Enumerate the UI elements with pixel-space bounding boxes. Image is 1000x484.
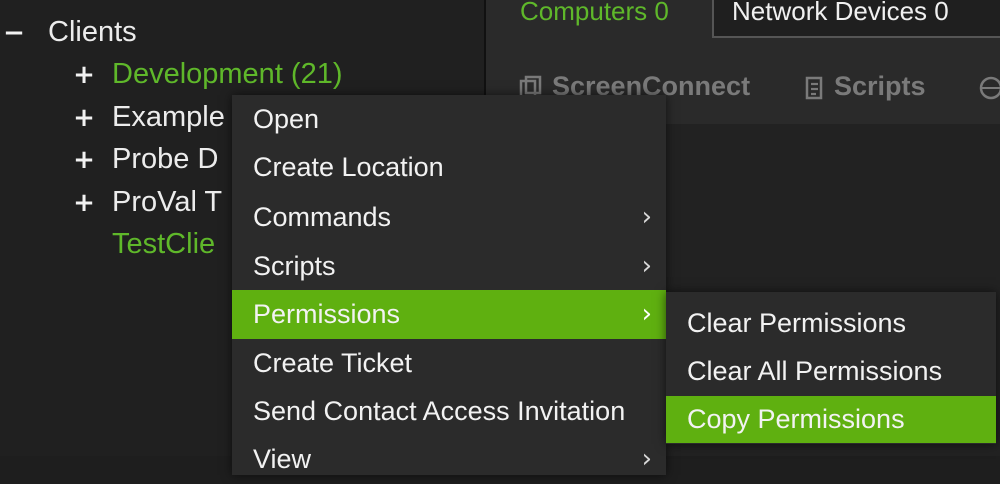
tree-node-development[interactable]: + Development (21) <box>70 54 343 95</box>
tree-node-label: Probe D <box>112 143 219 175</box>
submenu-item-clear-all-permissions[interactable]: Clear All Permissions <box>666 348 996 395</box>
menu-item-label: Create Location <box>253 152 444 182</box>
chevron-right-icon: › <box>641 251 652 281</box>
submenu-item-label: Copy Permissions <box>687 404 905 434</box>
tree-node-proval[interactable]: + ProVal T <box>70 182 222 222</box>
menu-item-label: Open <box>253 104 320 134</box>
submenu-item-clear-permissions[interactable]: Clear Permissions <box>666 300 996 347</box>
tab-network-devices[interactable]: Network Devices 0 <box>712 0 1000 38</box>
chevron-right-icon: › <box>641 444 652 474</box>
more-tools-button[interactable] <box>978 66 1000 106</box>
menu-item-label: Send Contact Access Invitation <box>253 396 626 426</box>
tree-node-example[interactable]: + Example <box>70 97 225 137</box>
menu-item-label: Create Ticket <box>253 348 413 378</box>
submenu-item-copy-permissions[interactable]: Copy Permissions <box>666 396 996 443</box>
chevron-right-icon: › <box>641 202 652 232</box>
chevron-right-icon: › <box>641 299 652 329</box>
globe-icon <box>979 76 1000 100</box>
menu-item-create-location[interactable]: Create Location <box>232 143 666 192</box>
menu-item-view[interactable]: View › <box>232 435 666 484</box>
menu-item-send-contact-access-invitation[interactable]: Send Contact Access Invitation <box>232 387 666 436</box>
menu-item-open[interactable]: Open <box>232 95 666 144</box>
expand-icon[interactable]: + <box>70 140 98 180</box>
menu-item-create-ticket[interactable]: Create Ticket <box>232 339 666 388</box>
tree-node-label: ProVal T <box>112 186 223 218</box>
tree-node-label: Clients <box>48 16 137 48</box>
tree-node-probe[interactable]: + Probe D <box>70 139 218 179</box>
permissions-submenu: Clear Permissions Clear All Permissions … <box>666 292 996 444</box>
submenu-item-label: Clear Permissions <box>687 308 907 338</box>
tab-computers[interactable]: Computers 0 <box>502 0 687 38</box>
tree-node-label: TestClie <box>112 228 216 260</box>
expand-icon[interactable]: + <box>70 183 98 223</box>
menu-item-label: Commands <box>253 202 392 232</box>
menu-item-label: Scripts <box>253 251 336 281</box>
expand-icon[interactable]: + <box>70 55 98 95</box>
menu-item-permissions[interactable]: Permissions › <box>232 290 666 339</box>
tree-node-label: Development (21) <box>112 58 343 90</box>
scripts-icon <box>805 76 823 100</box>
tree-node-clients[interactable]: − Clients <box>0 12 137 52</box>
menu-item-commands[interactable]: Commands › <box>232 193 666 242</box>
tree-node-label: Example <box>112 101 225 133</box>
collapse-icon[interactable]: − <box>0 13 28 53</box>
tree-node-testclient[interactable]: TestClie <box>70 224 215 264</box>
menu-item-scripts[interactable]: Scripts › <box>232 242 666 291</box>
scripts-button[interactable]: Scripts <box>802 66 926 106</box>
tab-bar: Computers 0 Network Devices 0 <box>486 0 1000 40</box>
submenu-item-label: Clear All Permissions <box>687 356 943 386</box>
menu-item-label: Permissions <box>253 299 401 329</box>
menu-item-label: View <box>253 444 312 474</box>
expand-icon[interactable]: + <box>70 98 98 138</box>
scripts-label: Scripts <box>834 71 926 101</box>
context-menu: Open Create Location Commands › Scripts … <box>232 95 666 475</box>
